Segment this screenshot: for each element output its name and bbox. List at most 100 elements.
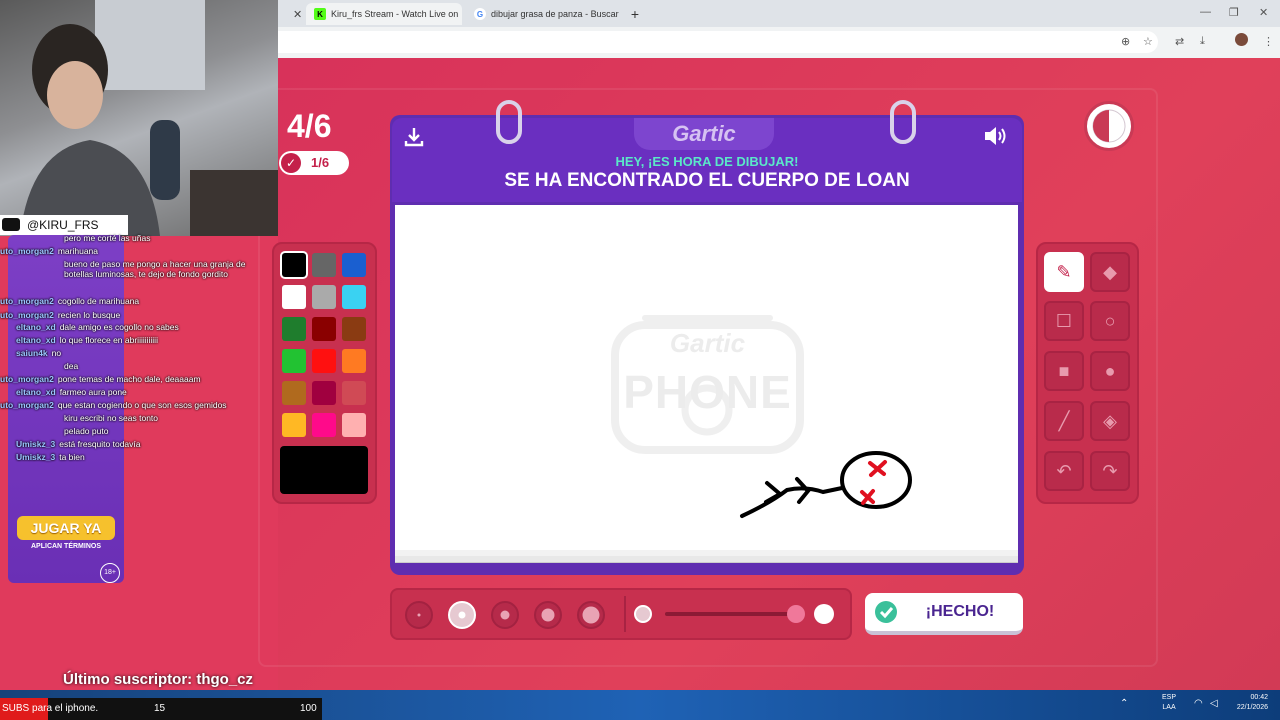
chat-text: está fresquito todavía bbox=[59, 439, 141, 449]
color-swatch[interactable] bbox=[342, 285, 366, 309]
chat-message: Umiskz_3 ta bien bbox=[16, 452, 85, 462]
ad-terms: APLICAN TÉRMINOS bbox=[31, 543, 101, 550]
google-logo-icon: G bbox=[474, 8, 486, 20]
color-swatch[interactable] bbox=[342, 381, 366, 405]
undo-button[interactable]: ↶ bbox=[1044, 451, 1084, 491]
color-swatch[interactable] bbox=[342, 413, 366, 437]
ad-cta-button[interactable]: JUGAR YA bbox=[17, 516, 115, 540]
sound-icon[interactable] bbox=[982, 124, 1010, 154]
line-tool[interactable]: ╱ bbox=[1044, 401, 1084, 441]
rectangle-outline-tool[interactable]: ☐ bbox=[1044, 301, 1084, 341]
chat-message: uto_morgan2 cogollo de marihuana bbox=[0, 296, 139, 306]
close-window-icon[interactable]: ✕ bbox=[1259, 6, 1268, 19]
chat-text: dale amigo es cogollo no sabes bbox=[59, 322, 179, 332]
volume-icon[interactable]: ◁ bbox=[1210, 698, 1218, 709]
more-menu-icon[interactable]: ⋮ bbox=[1263, 35, 1274, 48]
brush-size-2[interactable] bbox=[448, 601, 476, 629]
chat-text: farmeo aura pone bbox=[59, 387, 127, 397]
color-swatch[interactable] bbox=[282, 349, 306, 373]
bookmark-star-icon[interactable]: ☆ bbox=[1143, 35, 1153, 48]
language-indicator[interactable]: ESP LAA bbox=[1162, 693, 1176, 713]
chat-username[interactable]: uto_morgan2 bbox=[0, 374, 54, 384]
color-swatch[interactable] bbox=[342, 349, 366, 373]
chat-message: Umiskz_3 está fresquito todavía bbox=[16, 439, 141, 449]
color-swatch[interactable] bbox=[282, 381, 306, 405]
download-icon[interactable]: ⤓ bbox=[1200, 35, 1205, 48]
chat-text: ta bien bbox=[59, 452, 85, 462]
binder-ring-icon bbox=[496, 100, 522, 144]
color-swatch[interactable] bbox=[342, 253, 366, 277]
rectangle-filled-tool[interactable]: ■ bbox=[1044, 351, 1084, 391]
minimize-icon[interactable]: — bbox=[1200, 6, 1211, 18]
ticker-count: 15 bbox=[154, 703, 166, 714]
eraser-tool[interactable]: ◆ bbox=[1090, 252, 1130, 292]
chat-username[interactable]: Umiskz_3 bbox=[16, 439, 55, 449]
brush-size-4[interactable] bbox=[534, 601, 562, 629]
color-swatch[interactable] bbox=[312, 349, 336, 373]
color-swatch[interactable] bbox=[312, 253, 336, 277]
clock[interactable]: 00:42 22/1/2026 bbox=[1228, 693, 1268, 713]
wifi-icon[interactable]: ◠ bbox=[1194, 698, 1203, 709]
tab-google-search[interactable]: G dibujar grasa de panza - Buscar ✕ bbox=[466, 3, 622, 25]
chat-username[interactable]: uto_morgan2 bbox=[0, 310, 54, 320]
color-swatch[interactable] bbox=[282, 413, 306, 437]
done-button[interactable]: ¡HECHO! bbox=[865, 593, 1023, 635]
chat-username[interactable]: eltano_xd bbox=[16, 322, 56, 332]
tray-arrow-icon[interactable]: ⌃ bbox=[1120, 698, 1128, 709]
color-swatch[interactable] bbox=[312, 413, 336, 437]
download-icon[interactable] bbox=[403, 126, 425, 148]
chat-text: kiru escribi no seas tonto bbox=[64, 413, 159, 423]
fill-bucket-tool[interactable]: ◈ bbox=[1090, 401, 1130, 441]
tab-close-icon[interactable]: ✕ bbox=[285, 3, 305, 25]
chat-text: cogollo de marihuana bbox=[57, 296, 140, 306]
chat-username[interactable]: uto_morgan2 bbox=[0, 246, 54, 256]
redo-button[interactable]: ↷ bbox=[1090, 451, 1130, 491]
color-swatch[interactable] bbox=[342, 317, 366, 341]
color-swatch[interactable] bbox=[312, 285, 336, 309]
undo-icon: ↶ bbox=[1056, 461, 1072, 481]
restore-icon[interactable]: ❐ bbox=[1229, 6, 1239, 19]
color-swatch[interactable] bbox=[282, 317, 306, 341]
opacity-slider-handle[interactable] bbox=[787, 605, 805, 623]
chat-message: bueno de paso me pongo a hacer una granj… bbox=[64, 259, 245, 269]
chat-message: kiru escribi no seas tonto bbox=[64, 413, 158, 423]
chat-username[interactable]: Umiskz_3 bbox=[16, 452, 55, 462]
brush-size-5[interactable] bbox=[577, 601, 605, 629]
translate-icon[interactable]: ⇄ bbox=[1175, 35, 1184, 48]
chat-message: uto_morgan2 que estan cogiendo o que son … bbox=[0, 400, 227, 410]
brush-size-3[interactable] bbox=[491, 601, 519, 629]
streamer-handle: @KIRU_FRS bbox=[0, 215, 128, 235]
url-field[interactable] bbox=[278, 31, 1158, 53]
color-swatch[interactable] bbox=[312, 317, 336, 341]
chat-message: botellas luminosas, te dejo de fondo gor… bbox=[64, 269, 228, 279]
chat-username[interactable]: saiun4k bbox=[16, 348, 48, 358]
zoom-icon[interactable]: ⊕ bbox=[1121, 35, 1130, 48]
rectangle-filled-icon: ■ bbox=[1058, 361, 1070, 381]
chat-text: recien lo busque bbox=[57, 310, 121, 320]
chat-username[interactable]: eltano_xd bbox=[16, 335, 56, 345]
color-swatch[interactable] bbox=[282, 253, 306, 277]
tab-kiru-stream[interactable]: K Kiru_frs Stream - Watch Live on ✕ bbox=[306, 3, 462, 25]
circle-outline-icon: ○ bbox=[1104, 311, 1116, 331]
brush-size-1[interactable] bbox=[405, 601, 433, 629]
tab-title: Kiru_frs Stream - Watch Live on bbox=[331, 9, 459, 19]
profile-avatar[interactable] bbox=[1235, 33, 1248, 46]
chat-message: uto_morgan2 marihuana bbox=[0, 246, 98, 256]
circle-outline-tool[interactable]: ○ bbox=[1090, 301, 1130, 341]
opacity-slider[interactable] bbox=[665, 612, 789, 616]
color-swatch[interactable] bbox=[312, 381, 336, 405]
circle-filled-tool[interactable]: ● bbox=[1090, 351, 1130, 391]
color-swatch[interactable] bbox=[282, 285, 306, 309]
opacity-max-icon bbox=[814, 604, 834, 624]
chat-username[interactable]: uto_morgan2 bbox=[0, 400, 54, 410]
opacity-min-icon bbox=[634, 605, 652, 623]
chat-text: pero me corté las uñas bbox=[64, 233, 151, 243]
pencil-tool[interactable]: ✎ bbox=[1044, 252, 1084, 292]
chat-username[interactable]: uto_morgan2 bbox=[0, 296, 54, 306]
line-icon: ╱ bbox=[1058, 411, 1070, 431]
youtube-icon bbox=[2, 218, 20, 231]
chat-username[interactable]: eltano_xd bbox=[16, 387, 56, 397]
new-tab-button[interactable]: + bbox=[626, 3, 644, 25]
pencil-icon: ✎ bbox=[1056, 262, 1072, 282]
circle-filled-icon: ● bbox=[1104, 361, 1116, 381]
